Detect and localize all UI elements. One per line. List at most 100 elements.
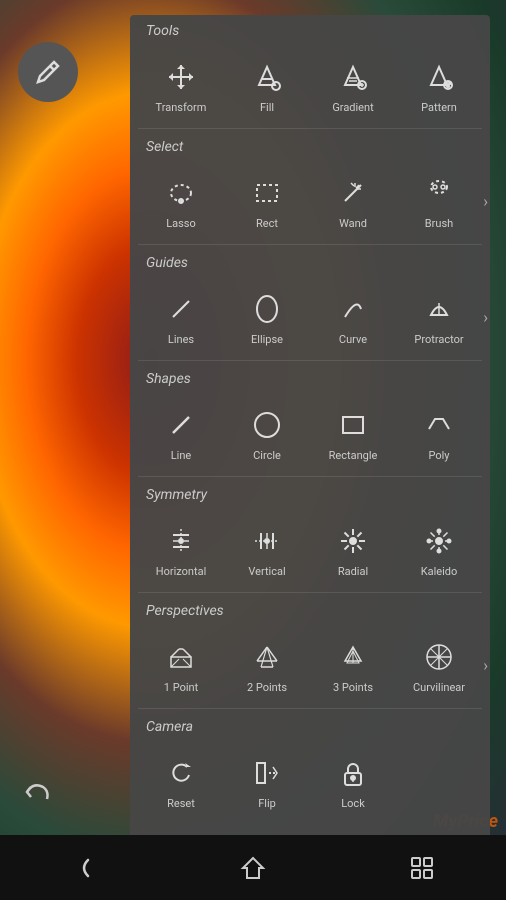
tool-line[interactable]: Line <box>138 395 224 470</box>
wand-label: Wand <box>339 217 367 230</box>
tool-poly[interactable]: Poly <box>396 395 482 470</box>
gradient-icon <box>331 55 375 99</box>
tool-pattern[interactable]: Pattern <box>396 47 482 122</box>
tool-1point[interactable]: 1 Point <box>138 627 224 702</box>
fill-label: Fill <box>260 101 274 114</box>
reset-icon <box>159 751 203 795</box>
3points-label: 3 Points <box>333 681 373 694</box>
perspectives-header: Perspectives <box>130 595 490 623</box>
lock-label: Lock <box>341 797 365 810</box>
curve-icon <box>331 287 375 331</box>
tool-ellipse[interactable]: Ellipse <box>224 279 310 354</box>
home-nav-button[interactable] <box>228 843 278 893</box>
tools-section-guides: Lines Ellipse Curve <box>130 275 490 358</box>
lasso-label: Lasso <box>166 217 196 230</box>
radial-label: Radial <box>338 565 368 578</box>
protractor-label: Protractor <box>414 333 463 346</box>
line-icon <box>159 403 203 447</box>
tool-vertical[interactable]: Vertical <box>224 511 310 586</box>
transform-icon <box>159 55 203 99</box>
tools-section-tools: Transform Fill <box>130 43 490 126</box>
symmetry-header: Symmetry <box>130 479 490 507</box>
tool-curvilinear[interactable]: Curvilinear <box>396 627 482 702</box>
horizontal-label: Horizontal <box>156 565 207 578</box>
2points-icon <box>245 635 289 679</box>
tool-lines[interactable]: Lines <box>138 279 224 354</box>
tool-transform[interactable]: Transform <box>138 47 224 122</box>
transform-label: Transform <box>156 101 207 114</box>
tool-radial[interactable]: Radial <box>310 511 396 586</box>
tool-rectangle[interactable]: Rectangle <box>310 395 396 470</box>
divider-4 <box>138 476 482 477</box>
divider-5 <box>138 592 482 593</box>
poly-icon <box>417 403 461 447</box>
undo-button[interactable] <box>18 772 58 812</box>
pattern-icon <box>417 55 461 99</box>
lines-icon <box>159 287 203 331</box>
1point-icon <box>159 635 203 679</box>
curve-label: Curve <box>339 333 367 346</box>
tools-section-shapes: Line Circle Rectangle <box>130 391 490 474</box>
select-expand-arrow[interactable]: › <box>483 191 488 210</box>
divider-1 <box>138 128 482 129</box>
pattern-label: Pattern <box>421 101 457 114</box>
protractor-icon <box>417 287 461 331</box>
lasso-icon <box>159 171 203 215</box>
circle-label: Circle <box>253 449 281 462</box>
divider-3 <box>138 360 482 361</box>
apps-nav-button[interactable] <box>397 843 447 893</box>
curvilinear-label: Curvilinear <box>413 681 465 694</box>
kaleido-label: Kaleido <box>421 565 458 578</box>
guides-header: Guides <box>130 247 490 275</box>
guides-expand-arrow[interactable]: › <box>483 307 488 326</box>
tool-kaleido[interactable]: Kaleido <box>396 511 482 586</box>
line-label: Line <box>171 449 192 462</box>
divider-2 <box>138 244 482 245</box>
tool-gradient[interactable]: Gradient <box>310 47 396 122</box>
kaleido-icon <box>417 519 461 563</box>
select-header: Select <box>130 131 490 159</box>
tool-fill[interactable]: Fill <box>224 47 310 122</box>
vertical-icon <box>245 519 289 563</box>
rectangle-icon <box>331 403 375 447</box>
perspectives-expand-arrow[interactable]: › <box>483 655 488 674</box>
horizontal-icon <box>159 519 203 563</box>
1point-label: 1 Point <box>164 681 198 694</box>
back-nav-button[interactable] <box>59 843 109 893</box>
tool-reset[interactable]: Reset <box>138 743 224 818</box>
tool-lock[interactable]: Lock <box>310 743 396 818</box>
poly-label: Poly <box>428 449 449 462</box>
tool-3points[interactable]: 3 Points <box>310 627 396 702</box>
brush-button[interactable] <box>18 42 78 102</box>
fill-icon <box>245 55 289 99</box>
shapes-header: Shapes <box>130 363 490 391</box>
radial-icon <box>331 519 375 563</box>
ellipse-icon <box>245 287 289 331</box>
ellipse-label: Ellipse <box>251 333 283 346</box>
gradient-label: Gradient <box>332 101 373 114</box>
circle-icon <box>245 403 289 447</box>
tools-section-symmetry: Horizontal Vertical <box>130 507 490 590</box>
3points-icon <box>331 635 375 679</box>
tool-curve[interactable]: Curve <box>310 279 396 354</box>
tools-section-camera: Reset Flip Lock <box>130 739 490 822</box>
tool-flip[interactable]: Flip <box>224 743 310 818</box>
flip-icon <box>245 751 289 795</box>
rect-icon <box>245 171 289 215</box>
rectangle-label: Rectangle <box>329 449 378 462</box>
bottom-nav <box>0 835 506 900</box>
tool-2points[interactable]: 2 Points <box>224 627 310 702</box>
tool-brush[interactable]: Brush <box>396 163 482 238</box>
tool-circle[interactable]: Circle <box>224 395 310 470</box>
tool-horizontal[interactable]: Horizontal <box>138 511 224 586</box>
vertical-label: Vertical <box>248 565 285 578</box>
tool-wand[interactable]: Wand <box>310 163 396 238</box>
tool-lasso[interactable]: Lasso <box>138 163 224 238</box>
tools-header: Tools <box>130 15 490 43</box>
tool-protractor[interactable]: Protractor <box>396 279 482 354</box>
reset-label: Reset <box>167 797 195 810</box>
tool-rect[interactable]: Rect <box>224 163 310 238</box>
brush-select-label: Brush <box>425 217 453 230</box>
empty-cell <box>396 743 482 818</box>
flip-label: Flip <box>258 797 276 810</box>
